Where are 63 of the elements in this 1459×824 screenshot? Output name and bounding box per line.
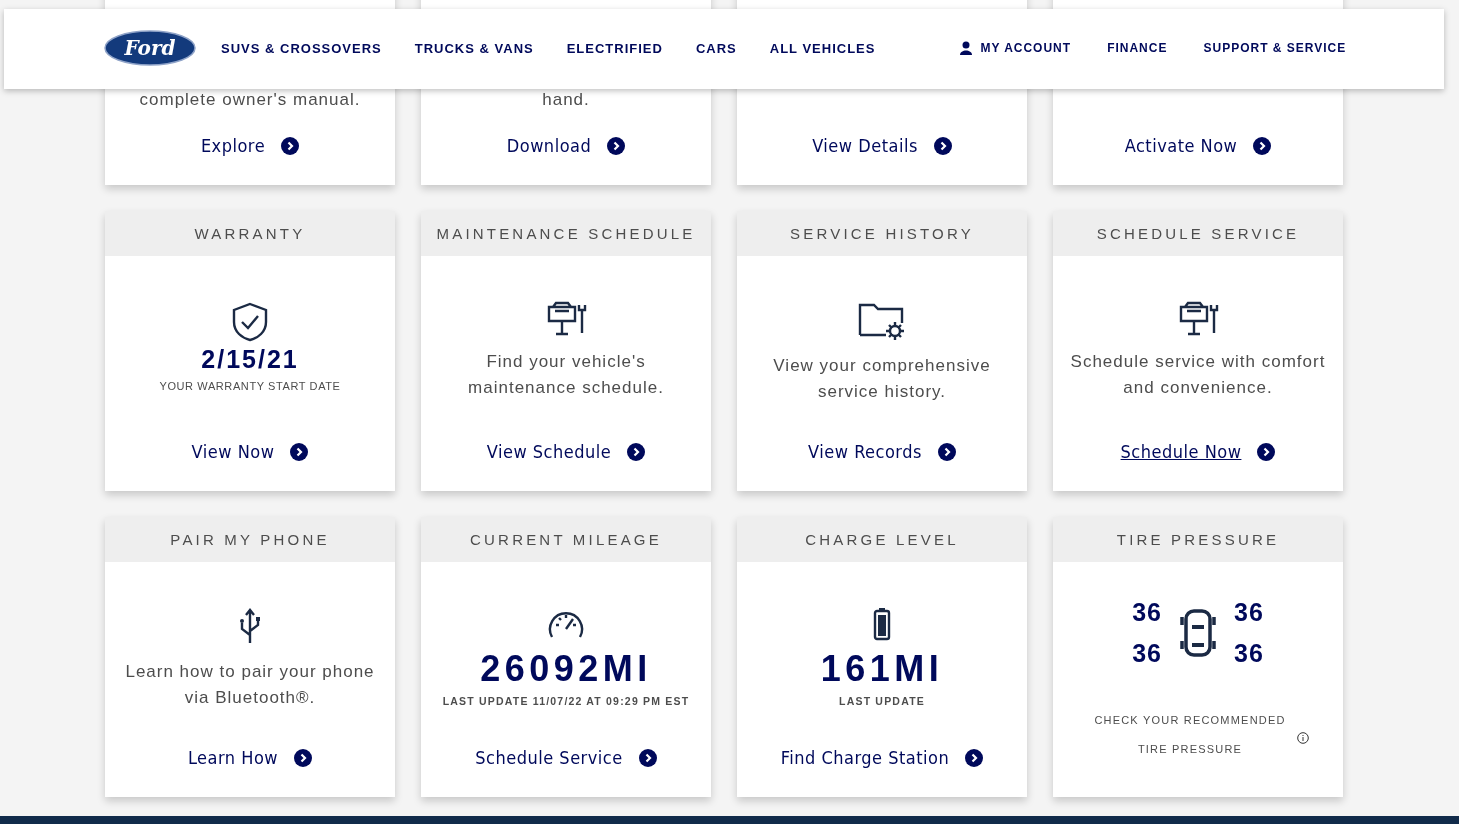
card-link[interactable]: Download bbox=[506, 135, 626, 156]
nav-link[interactable]: SUVS & CROSSOVERS bbox=[221, 40, 382, 56]
tire-pressure-value: 36 bbox=[1132, 598, 1162, 627]
card-title: CHARGE LEVEL bbox=[737, 517, 1027, 562]
caption: LAST UPDATE bbox=[839, 695, 925, 707]
chevron-circle-icon bbox=[638, 748, 657, 767]
card-description: hand. bbox=[542, 89, 590, 111]
folder-gear-icon bbox=[857, 301, 907, 341]
nav-link[interactable]: MY ACCOUNT bbox=[960, 41, 1072, 55]
card-title: SCHEDULE SERVICE bbox=[1053, 211, 1343, 256]
card-description: Find your vehicle's maintenance schedule. bbox=[467, 351, 665, 399]
chevron-circle-icon bbox=[607, 136, 626, 155]
card-title: PAIR MY PHONE bbox=[105, 517, 395, 562]
chevron-circle-icon bbox=[1253, 136, 1272, 155]
chevron-circle-icon bbox=[1257, 442, 1276, 461]
card-link[interactable]: Activate Now bbox=[1124, 135, 1272, 156]
card-link[interactable]: View Details bbox=[812, 135, 952, 156]
chevron-circle-icon bbox=[290, 442, 309, 461]
tire-pressure-value: 36 bbox=[1132, 639, 1162, 668]
car-lift-wrench-icon bbox=[545, 301, 587, 337]
car-lift-wrench-icon bbox=[1177, 301, 1219, 337]
chevron-circle-icon bbox=[933, 136, 952, 155]
caption: CHECK YOUR RECOMMENDED TIRE PRESSURE bbox=[1093, 713, 1287, 757]
chevron-circle-icon bbox=[965, 748, 984, 767]
card-description: Learn how to pair your phone via Bluetooth®. bbox=[124, 661, 376, 709]
tire-pressure-value: 36 bbox=[1234, 598, 1264, 627]
card-description: complete owner's manual. bbox=[139, 89, 361, 111]
reading-value: 26092MI bbox=[480, 649, 652, 689]
chevron-circle-icon bbox=[294, 748, 313, 767]
chevron-circle-icon bbox=[937, 442, 956, 461]
card-link[interactable]: Learn How bbox=[187, 747, 313, 768]
card-description: Schedule service with comfort and convenience. bbox=[1069, 351, 1327, 399]
reading-value: 161MI bbox=[820, 649, 944, 689]
chevron-circle-icon bbox=[627, 442, 646, 461]
card-title: MAINTENANCE SCHEDULE bbox=[421, 211, 711, 256]
card-title: CURRENT MILEAGE bbox=[421, 517, 711, 562]
nav-link[interactable]: CARS bbox=[695, 40, 737, 56]
chevron-circle-icon bbox=[281, 136, 300, 155]
tire-pressure-value: 36 bbox=[1234, 639, 1264, 668]
nav-link[interactable]: FINANCE bbox=[1107, 41, 1168, 55]
card-description: View your comprehensive service history. bbox=[772, 355, 992, 403]
card-link[interactable]: View Schedule bbox=[486, 441, 646, 462]
warranty-date: 2/15/21 bbox=[201, 344, 299, 374]
shield-check-icon bbox=[231, 302, 269, 342]
nav-link[interactable]: ELECTRIFIED bbox=[566, 40, 663, 56]
card-link[interactable]: Explore bbox=[200, 135, 300, 156]
card-link[interactable]: Schedule Service bbox=[475, 747, 657, 768]
card-title: SERVICE HISTORY bbox=[737, 211, 1027, 256]
card-link[interactable]: View Now bbox=[191, 441, 309, 462]
card-link[interactable]: Find Charge Station bbox=[780, 747, 984, 768]
nav-link[interactable]: TRUCKS & VANS bbox=[414, 40, 534, 56]
info-icon[interactable] bbox=[1296, 732, 1309, 744]
card-title: WARRANTY bbox=[105, 211, 395, 256]
card-title: TIRE PRESSURE bbox=[1053, 517, 1343, 562]
caption: YOUR WARRANTY START DATE bbox=[159, 380, 341, 392]
logo[interactable]: Ford bbox=[104, 30, 196, 66]
battery-icon bbox=[873, 607, 891, 641]
person-icon bbox=[960, 41, 973, 55]
nav-link[interactable]: SUPPORT & SERVICE bbox=[1203, 41, 1347, 55]
caption: LAST UPDATE 11/07/22 AT 09:29 PM EST bbox=[442, 695, 690, 707]
card-link[interactable]: Schedule Now bbox=[1120, 441, 1276, 462]
nav-link[interactable]: ALL VEHICLES bbox=[769, 40, 876, 56]
card-link[interactable]: View Records bbox=[808, 441, 956, 462]
